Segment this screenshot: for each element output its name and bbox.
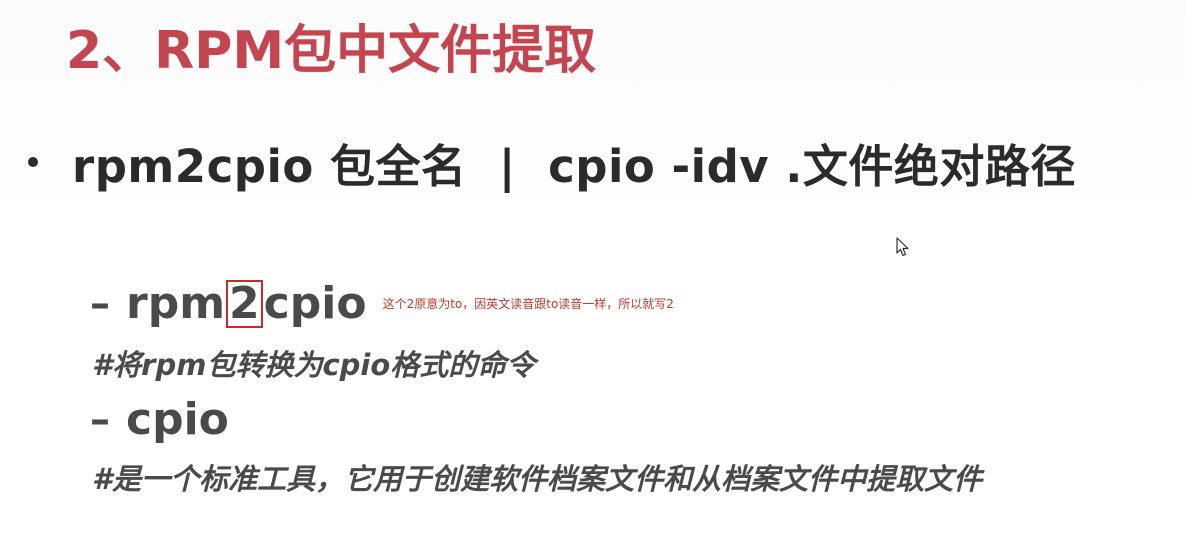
mouse-pointer-icon [896,237,909,257]
annotation-note: 这个2原意为to，因英文读音跟to读音一样，所以就写2 [382,297,674,311]
bullet-dot-icon [28,157,38,167]
slide: 2、RPM包中文件提取 rpm2cpio 包全名 | cpio -idv .文件… [0,0,1185,557]
rpm2cpio-comment: #将rpm包转换为cpio格式的命令 [92,348,536,382]
dash-marker: – [90,280,110,327]
cpio-label: cpio [126,394,229,445]
rpm2cpio-label: rpm2cpio [126,278,367,329]
highlighted-2: 2 [226,280,263,328]
rpm2cpio-prefix: rpm [126,278,226,329]
dash-marker: – [90,396,110,443]
sub-item-cpio: – cpio [90,394,229,445]
rpm2cpio-suffix: cpio [263,278,367,329]
sub-item-rpm2cpio: – rpm2cpio 这个2原意为to，因英文读音跟to读音一样，所以就写2 [90,278,674,329]
main-bullet: rpm2cpio 包全名 | cpio -idv .文件绝对路径 [28,131,1076,193]
cpio-comment: #是一个标准工具，它用于创建软件档案文件和从档案文件中提取文件 [92,462,983,496]
command-syntax: rpm2cpio 包全名 | cpio -idv .文件绝对路径 [72,139,1076,193]
slide-title: 2、RPM包中文件提取 [66,21,597,81]
